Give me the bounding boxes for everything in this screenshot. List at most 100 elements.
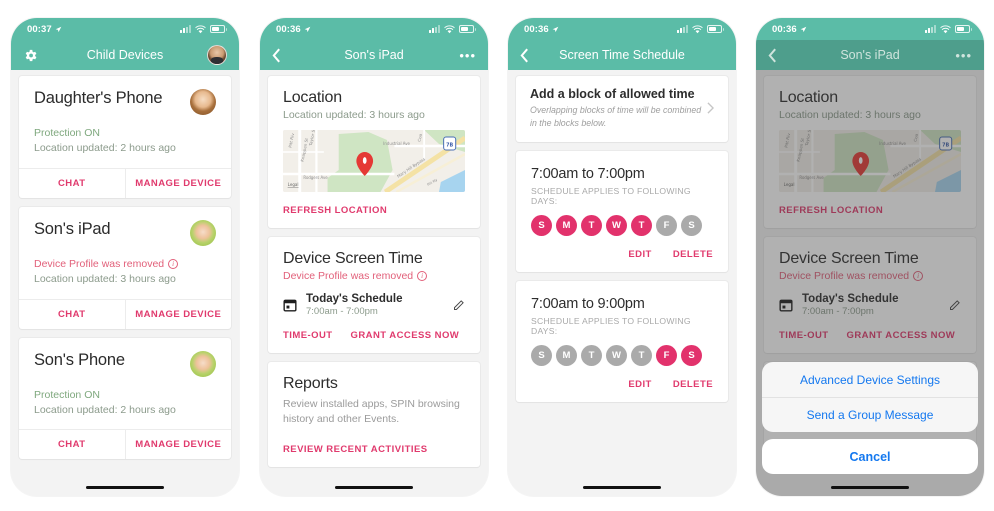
chat-button[interactable]: CHAT: [19, 430, 125, 459]
chat-button[interactable]: CHAT: [19, 300, 125, 329]
screen-time-actions: TIME-OUT GRANT ACCESS NOW: [283, 330, 465, 341]
manage-device-button[interactable]: MANAGE DEVICE: [124, 430, 232, 460]
reports-title: Reports: [283, 375, 338, 392]
device-card-content: Son's Phone Protection ON Location updat…: [19, 338, 231, 430]
svg-text:Legal: Legal: [288, 182, 299, 187]
day-toggle-tue[interactable]: T: [581, 344, 602, 366]
device-header: Son's iPad: [34, 219, 216, 246]
info-icon[interactable]: i: [417, 271, 428, 281]
day-toggle-sun[interactable]: S: [531, 344, 552, 366]
edit-button[interactable]: EDIT: [628, 249, 651, 260]
add-block-row[interactable]: Add a block of allowed time Overlapping …: [516, 76, 728, 142]
days-label: SCHEDULE APPLIES TO FOLLOWING DAYS:: [531, 185, 691, 206]
time-range: 7:00am to 7:00pm: [531, 165, 645, 182]
protection-status: Protection ON: [34, 388, 100, 401]
device-status: Protection ON Location updated: 2 hours …: [34, 388, 216, 418]
device-card-actions: CHAT MANAGE DEVICE: [19, 167, 232, 198]
day-selector: S M T W T F S: [531, 214, 713, 236]
phone-slot-3: 00:36 Screen Time Schedule Add a block o…: [498, 0, 746, 511]
todays-schedule-row[interactable]: Today's Schedule 7:00am - 7:00pm: [283, 293, 465, 317]
time-range: 7:00am to 9:00pm: [531, 295, 645, 312]
location-card-content: Location Location updated: 3 hours ago P…: [268, 76, 480, 228]
status-time: 00:36: [772, 23, 797, 35]
device-name: Son's Phone: [34, 350, 125, 369]
day-toggle-mon[interactable]: M: [556, 344, 577, 366]
status-bar-left: 00:36: [772, 24, 807, 35]
location-map[interactable]: Pitt Riv Taylor St Knappen St Rodgers Av…: [283, 130, 465, 192]
send-group-message-button[interactable]: Send a Group Message: [762, 397, 978, 432]
grant-access-now-button[interactable]: GRANT ACCESS NOW: [351, 330, 460, 341]
schedule-time: 7:00am - 7:00pm: [306, 306, 378, 317]
device-card-actions: CHAT MANAGE DEVICE: [19, 298, 232, 329]
day-toggle-sun[interactable]: S: [531, 214, 552, 236]
back-button[interactable]: [520, 48, 529, 63]
location-card: Location Location updated: 3 hours ago P…: [268, 76, 480, 228]
status-bar-left: 00:36: [276, 24, 311, 35]
time-out-button[interactable]: TIME-OUT: [283, 330, 333, 341]
advanced-device-settings-button[interactable]: Advanced Device Settings: [762, 362, 978, 397]
page-title: Child Devices: [86, 48, 164, 62]
parent-avatar-button[interactable]: [207, 45, 227, 65]
page-title: Son's iPad: [344, 48, 404, 62]
back-chevron-icon: [520, 48, 528, 62]
phone-screen-sons-ipad: 00:36 Son's iPad ••• Location Location u…: [260, 18, 488, 496]
review-recent-activities-button[interactable]: REVIEW RECENT ACTIVITIES: [283, 444, 428, 455]
device-card: Son's iPad Device Profile was removed i …: [19, 206, 232, 329]
refresh-location-button[interactable]: REFRESH LOCATION: [283, 205, 387, 216]
nav-bar: Son's iPad •••: [756, 40, 984, 70]
back-button[interactable]: [768, 48, 777, 63]
reports-actions: REVIEW RECENT ACTIVITIES: [283, 444, 465, 455]
location-updated: Location updated: 2 hours ago: [34, 403, 176, 416]
time-block-card: 7:00am to 7:00pm SCHEDULE APPLIES TO FOL…: [516, 150, 728, 272]
time-block-card: 7:00am to 9:00pm SCHEDULE APPLIES TO FOL…: [516, 280, 728, 402]
device-name: Son's iPad: [34, 219, 111, 238]
schedule-text: Today's Schedule 7:00am - 7:00pm: [306, 293, 444, 317]
more-options-icon: •••: [459, 47, 476, 63]
battery-icon: [955, 25, 972, 33]
edit-button[interactable]: EDIT: [628, 379, 651, 390]
location-arrow-icon: [55, 26, 62, 32]
manage-device-button[interactable]: MANAGE DEVICE: [124, 299, 232, 329]
home-indicator: [335, 485, 413, 489]
manage-device-button[interactable]: MANAGE DEVICE: [124, 168, 232, 198]
day-toggle-fri[interactable]: F: [656, 344, 677, 366]
more-options-icon: •••: [955, 47, 972, 63]
back-button[interactable]: [272, 48, 281, 63]
location-arrow-icon: [552, 26, 559, 32]
chat-button[interactable]: CHAT: [19, 169, 125, 198]
svg-text:Industrial Ave: Industrial Ave: [383, 141, 410, 146]
delete-button[interactable]: DELETE: [673, 249, 713, 260]
screen-time-title: Device Screen Time: [283, 250, 423, 267]
add-block-title: Add a block of allowed time: [530, 87, 695, 101]
pencil-icon[interactable]: [453, 299, 465, 311]
day-toggle-wed[interactable]: W: [606, 344, 627, 366]
screen-body: Daughter's Phone Protection ON Location …: [11, 70, 239, 496]
delete-button[interactable]: DELETE: [673, 379, 713, 390]
highway-shield: 7B: [443, 136, 457, 151]
cancel-button[interactable]: Cancel: [762, 439, 978, 474]
reports-description: Review installed apps, SPIN browsing his…: [283, 398, 460, 426]
add-block-card[interactable]: Add a block of allowed time Overlapping …: [516, 76, 728, 142]
location-arrow-icon: [304, 26, 311, 32]
day-toggle-thu[interactable]: T: [631, 214, 652, 236]
more-options-button[interactable]: •••: [955, 49, 972, 62]
day-toggle-wed[interactable]: W: [606, 214, 627, 236]
day-toggle-tue[interactable]: T: [581, 214, 602, 236]
screen-time-card: Device Screen Time Device Profile was re…: [268, 237, 480, 353]
nav-bar: Son's iPad •••: [260, 40, 488, 70]
day-toggle-mon[interactable]: M: [556, 214, 577, 236]
day-toggle-sat[interactable]: S: [681, 344, 702, 366]
info-icon[interactable]: i: [168, 259, 179, 270]
location-updated: Location updated: 2 hours ago: [34, 141, 176, 154]
day-toggle-thu[interactable]: T: [631, 344, 652, 366]
day-toggle-fri[interactable]: F: [656, 214, 677, 236]
screen-body: Add a block of allowed time Overlapping …: [508, 70, 736, 496]
more-options-button[interactable]: •••: [459, 49, 476, 62]
status-bar: 00:36: [756, 18, 984, 40]
settings-button[interactable]: [23, 48, 38, 63]
day-toggle-sat[interactable]: S: [681, 214, 702, 236]
page-title: Son's iPad: [840, 48, 900, 62]
signal-icon: [677, 25, 688, 33]
device-card: Daughter's Phone Protection ON Location …: [19, 76, 231, 198]
battery-icon: [210, 25, 227, 33]
